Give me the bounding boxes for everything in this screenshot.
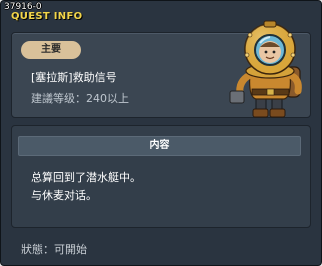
content-line-1: 总算回到了潜水艇中。 — [31, 171, 141, 184]
quest-type-badge: 主要 — [21, 41, 81, 59]
recommended-level: 建議等级：240以上 — [31, 92, 129, 105]
quest-info-window: 37916-0 QUEST INFO 主要 [塞拉斯]救助信号 建議等级：240… — [0, 0, 322, 266]
window-title: QUEST INFO — [11, 11, 83, 22]
quest-status: 狀態：可開始 — [21, 243, 87, 256]
content-section-header: 内容 — [18, 136, 301, 156]
content-line-2: 与休麦对话。 — [31, 189, 97, 202]
npc-portrait — [229, 20, 302, 118]
quest-name: [塞拉斯]救助信号 — [31, 71, 117, 84]
